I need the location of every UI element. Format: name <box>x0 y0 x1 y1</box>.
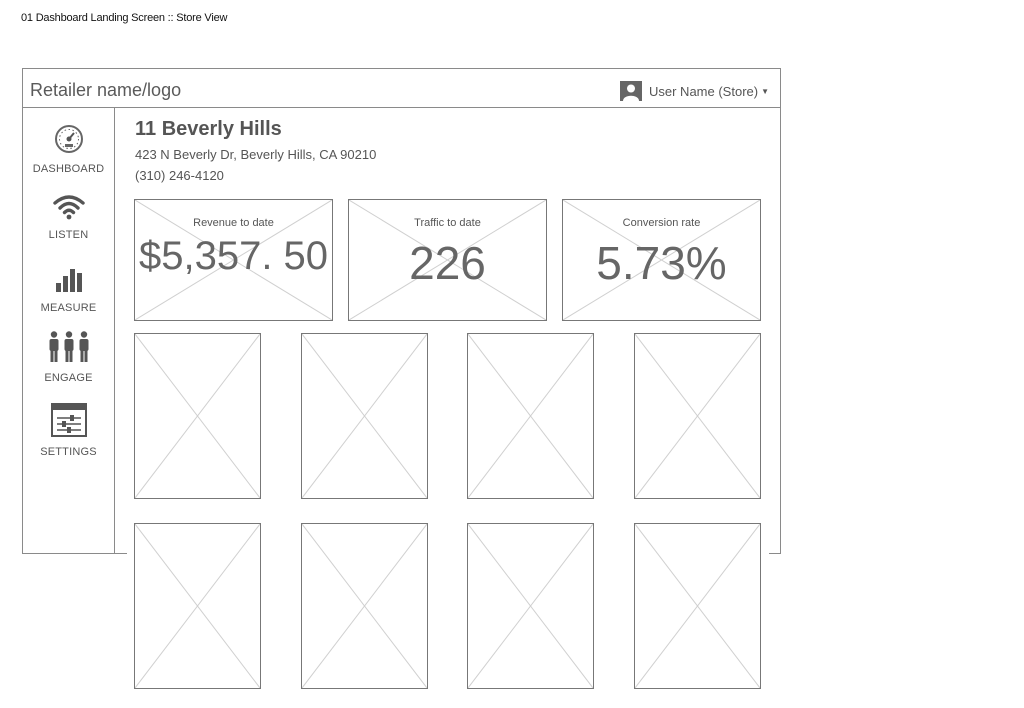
wifi-icon <box>23 194 114 225</box>
kpi-value: 5.73% <box>596 237 727 289</box>
kpi-value: $5,357. 50 <box>138 234 329 278</box>
user-name: User Name (Store) <box>649 83 759 99</box>
speedometer-icon <box>23 124 114 159</box>
store-phone: (310) 246-4120 <box>135 168 224 183</box>
placeholder-cross <box>135 334 260 498</box>
sidebar-item-label: MEASURE <box>40 302 97 314</box>
store-name: 11 Beverly Hills <box>135 118 282 140</box>
content-tile[interactable] <box>467 333 594 499</box>
sidebar-item-label: LISTEN <box>48 229 89 241</box>
placeholder-cross <box>635 334 760 498</box>
sidebar-item-label: SETTINGS <box>40 446 97 458</box>
sidebar-item-engage[interactable]: ENGAGE <box>23 331 114 384</box>
kpi-card-conversion[interactable]: Conversion rate 5.73% <box>562 199 761 321</box>
placeholder-cross <box>468 334 593 498</box>
kpi-label: Revenue to date <box>193 217 274 229</box>
placeholder-cross <box>302 524 427 688</box>
top-bar: Retailer name/logo User Name (Store) ▼ <box>23 69 780 108</box>
user-menu[interactable]: User Name (Store) ▼ <box>620 80 769 102</box>
content-tile[interactable] <box>634 523 761 689</box>
sidebar: DASHBOARD LISTEN MEASURE ENGAGE SETTINGS <box>23 108 115 553</box>
sidebar-item-measure[interactable]: MEASURE <box>23 263 114 314</box>
kpi-label: Traffic to date <box>414 217 481 229</box>
content-tile[interactable] <box>467 523 594 689</box>
placeholder-cross <box>468 524 593 688</box>
sidebar-item-dashboard[interactable]: DASHBOARD <box>23 124 114 175</box>
people-icon <box>23 331 114 368</box>
sliders-icon <box>23 403 114 442</box>
placeholder-cross <box>635 524 760 688</box>
content-tile[interactable] <box>301 523 428 689</box>
bar-chart-icon <box>23 263 114 298</box>
caret-down-icon: ▼ <box>761 86 769 96</box>
kpi-label: Conversion rate <box>622 217 701 229</box>
user-avatar-icon <box>620 81 642 101</box>
sidebar-item-label: DASHBOARD <box>32 163 105 175</box>
content-tile[interactable] <box>634 333 761 499</box>
content-tile[interactable] <box>134 333 261 499</box>
sidebar-item-settings[interactable]: SETTINGS <box>23 403 114 458</box>
page-caption: 01 Dashboard Landing Screen :: Store Vie… <box>21 12 228 24</box>
content-tile[interactable] <box>134 523 261 689</box>
kpi-card-revenue[interactable]: Revenue to date $5,357. 50 <box>134 199 333 321</box>
store-address: 423 N Beverly Dr, Beverly Hills, CA 9021… <box>135 147 377 162</box>
sidebar-item-label: ENGAGE <box>44 372 93 384</box>
kpi-card-traffic[interactable]: Traffic to date 226 <box>348 199 547 321</box>
retailer-logo[interactable]: Retailer name/logo <box>30 80 181 101</box>
kpi-value: 226 <box>409 237 486 289</box>
placeholder-cross <box>302 334 427 498</box>
placeholder-cross <box>135 524 260 688</box>
sidebar-item-listen[interactable]: LISTEN <box>23 194 114 241</box>
content-tile[interactable] <box>301 333 428 499</box>
